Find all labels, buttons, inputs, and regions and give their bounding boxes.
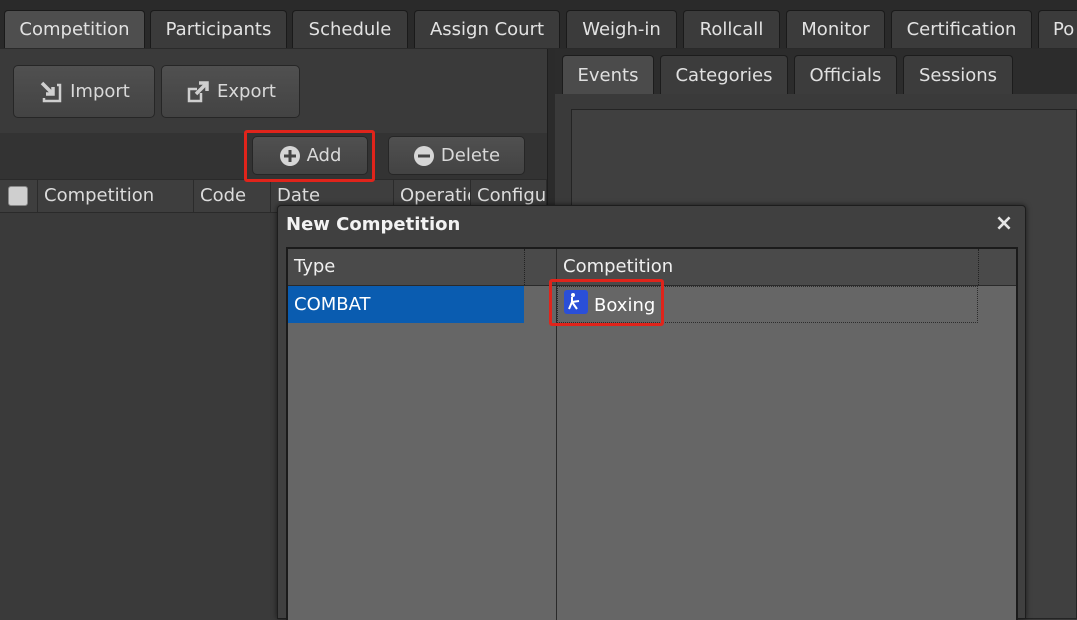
- column-divider: [978, 249, 979, 285]
- tab-monitor[interactable]: Monitor: [786, 10, 885, 48]
- delete-label: Delete: [440, 145, 501, 166]
- main-tab-bar: Competition Participants Schedule Assign…: [0, 0, 1077, 49]
- import-button[interactable]: Import: [13, 65, 155, 118]
- type-item-combat[interactable]: COMBAT: [288, 286, 524, 323]
- tab-assign-court[interactable]: Assign Court: [414, 10, 560, 48]
- import-icon: [40, 81, 62, 102]
- tab-weigh-in[interactable]: Weigh-in: [566, 10, 677, 48]
- competition-type-grid: Type Competition COMBAT Boxing: [286, 247, 1018, 620]
- column-competition[interactable]: Competition: [38, 180, 194, 212]
- tab-certification[interactable]: Certification: [891, 10, 1032, 48]
- tab-sessions[interactable]: Sessions: [903, 55, 1013, 94]
- tab-po[interactable]: Po: [1038, 10, 1077, 48]
- delete-button[interactable]: Delete: [388, 136, 525, 175]
- export-icon: [187, 80, 209, 102]
- dialog-title: New Competition: [286, 214, 461, 235]
- select-all-cell: [0, 180, 38, 212]
- tab-schedule[interactable]: Schedule: [292, 10, 408, 48]
- column-type[interactable]: Type: [288, 249, 335, 285]
- add-label: Add: [306, 145, 342, 166]
- new-competition-dialog: New Competition × Type Competition COMBA…: [277, 205, 1026, 620]
- select-all-checkbox[interactable]: [8, 186, 28, 206]
- export-label: Export: [217, 81, 276, 102]
- export-button[interactable]: Export: [161, 65, 300, 118]
- tab-competition[interactable]: Competition: [4, 10, 145, 48]
- import-label: Import: [70, 81, 130, 102]
- add-button[interactable]: Add: [252, 136, 368, 175]
- minus-circle-icon: [413, 145, 434, 166]
- column-dialog-competition[interactable]: Competition: [557, 249, 673, 285]
- competition-item-label: Boxing: [594, 294, 656, 316]
- tab-events[interactable]: Events: [562, 55, 654, 94]
- boxing-icon: [564, 290, 588, 314]
- column-code[interactable]: Code: [194, 180, 271, 212]
- competition-item-row[interactable]: Boxing: [557, 286, 978, 323]
- column-divider: [524, 249, 525, 285]
- plus-circle-icon: [279, 145, 300, 166]
- tab-officials[interactable]: Officials: [794, 55, 897, 94]
- dialog-grid-header: Type Competition: [288, 249, 1016, 286]
- tab-participants[interactable]: Participants: [150, 10, 287, 48]
- tab-rollcall[interactable]: Rollcall: [683, 10, 780, 48]
- competition-item-boxing[interactable]: Boxing: [564, 288, 655, 322]
- tab-categories[interactable]: Categories: [660, 55, 788, 94]
- close-icon[interactable]: ×: [993, 213, 1015, 235]
